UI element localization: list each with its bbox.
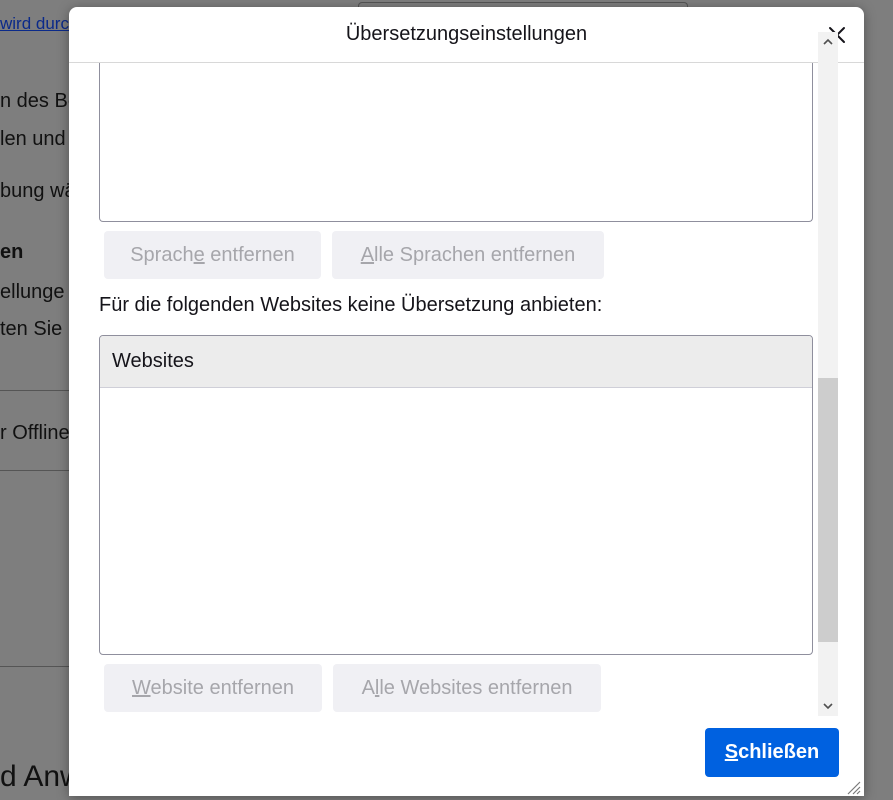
dialog-title: Übersetzungseinstellungen bbox=[345, 23, 588, 45]
remove-language-button[interactable]: Sprache entfernen bbox=[104, 231, 321, 279]
remove-all-languages-button[interactable]: Alle Sprachen entfernen bbox=[332, 231, 604, 279]
resize-grip-icon[interactable] bbox=[843, 777, 861, 795]
vertical-scrollbar[interactable] bbox=[818, 32, 838, 716]
background-divider bbox=[0, 666, 69, 667]
scrollbar-thumb[interactable] bbox=[818, 378, 838, 642]
websites-list[interactable]: Websites bbox=[99, 335, 813, 655]
background-text: ten Sie bbox=[0, 318, 63, 340]
background-divider bbox=[0, 470, 69, 471]
dialog-content: Sprache entfernen Alle Sprachen entferne… bbox=[69, 63, 864, 723]
scroll-up-icon[interactable] bbox=[818, 32, 838, 52]
remove-all-websites-button[interactable]: Alle Websites entfernen bbox=[333, 664, 601, 712]
background-text: bung wä bbox=[0, 180, 76, 202]
dialog-header: Übersetzungseinstellungen bbox=[69, 7, 864, 63]
background-text: r Offline bbox=[0, 422, 70, 444]
background-text: ellunge bbox=[0, 281, 65, 303]
background-divider bbox=[0, 390, 69, 391]
background-text: n des Be bbox=[0, 90, 79, 112]
websites-section-label: Für die folgenden Websites keine Überset… bbox=[99, 294, 603, 316]
websites-column-header[interactable]: Websites bbox=[100, 336, 812, 388]
languages-list[interactable] bbox=[99, 63, 813, 222]
translation-settings-dialog: Übersetzungseinstellungen Sprache entfer… bbox=[69, 7, 864, 796]
background-link: wird durc bbox=[0, 14, 69, 33]
close-button[interactable]: Schließen bbox=[705, 728, 839, 777]
remove-website-button[interactable]: Website entfernen bbox=[104, 664, 322, 712]
background-text: len und bbox=[0, 128, 66, 150]
scroll-down-icon[interactable] bbox=[818, 696, 838, 716]
background-heading: en bbox=[0, 241, 24, 263]
